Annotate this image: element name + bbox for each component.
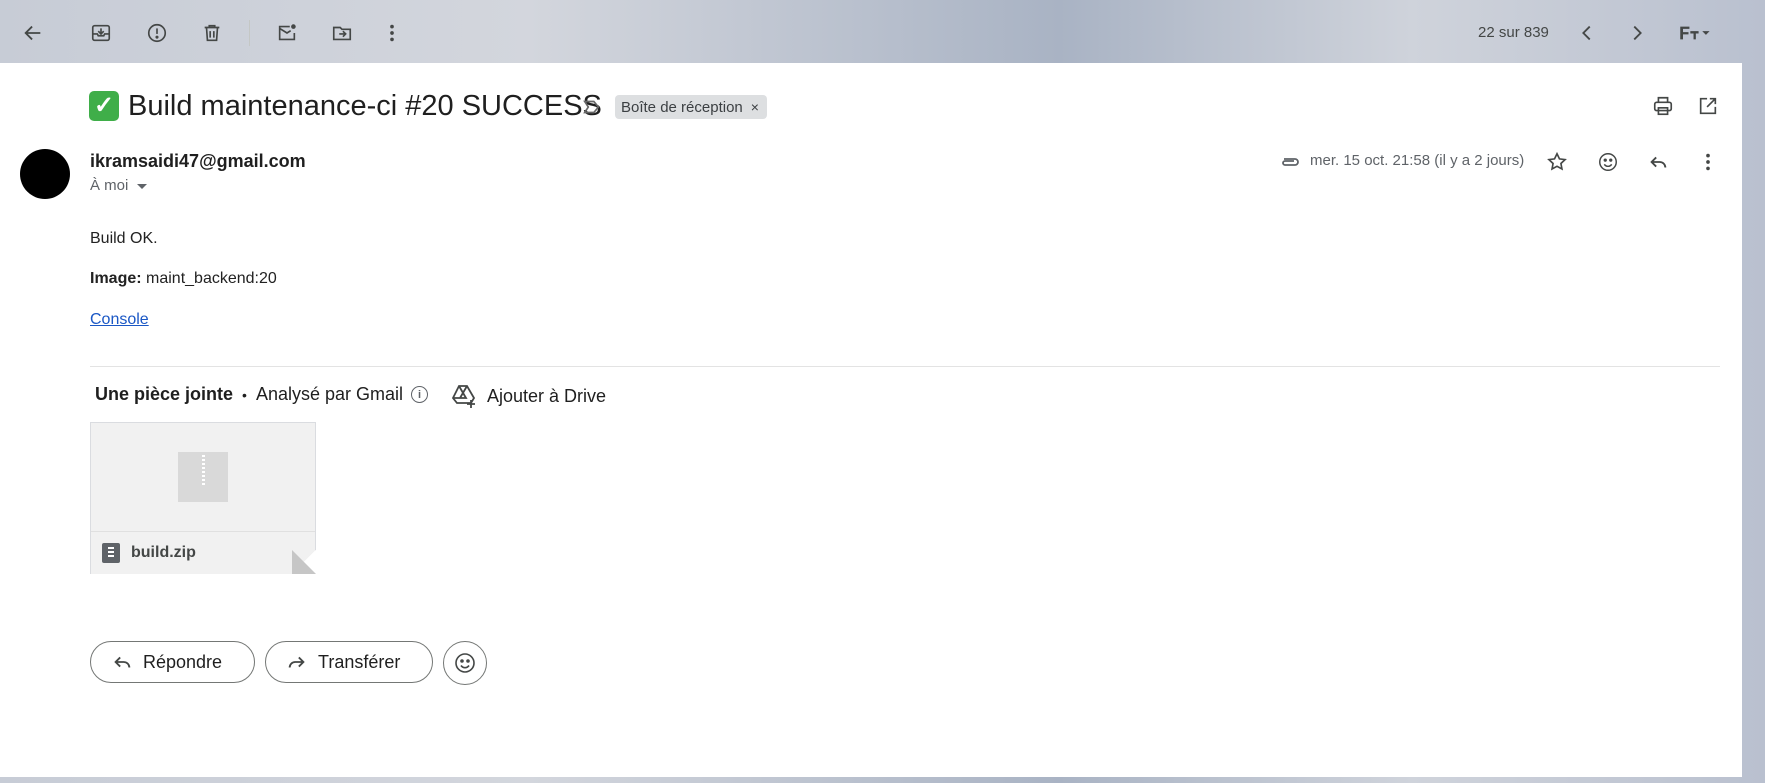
more-vert-icon[interactable] xyxy=(1694,148,1722,176)
attachments-divider xyxy=(90,366,1720,367)
attachments-header: Une pièce jointe • Analysé par Gmail i xyxy=(95,384,429,405)
add-to-drive-icon xyxy=(451,385,476,408)
attachment-filename: build.zip xyxy=(131,544,196,561)
move-to-icon[interactable] xyxy=(326,17,358,49)
attachment-icon xyxy=(1278,150,1302,172)
message-counter: 22 sur 839 xyxy=(1478,24,1549,41)
more-vert-icon[interactable] xyxy=(376,17,408,49)
input-tools-icon[interactable] xyxy=(1672,17,1716,49)
separator-dot: • xyxy=(242,386,247,403)
label-chip-inbox[interactable]: Boîte de réception × xyxy=(615,95,767,119)
subject-text: Build maintenance-ci #20 SUCCESS xyxy=(128,90,602,122)
add-to-drive-button[interactable]: Ajouter à Drive xyxy=(450,380,606,412)
image-label: Image: xyxy=(90,270,142,287)
open-new-window-icon[interactable] xyxy=(1694,92,1722,120)
back-icon[interactable] xyxy=(17,17,49,49)
zip-file-icon xyxy=(178,452,228,502)
check-mark-icon: ✓ xyxy=(89,91,119,121)
sender-email[interactable]: ikramsaidi47@gmail.com xyxy=(90,151,306,172)
label-important-icon[interactable] xyxy=(581,96,603,118)
body-text: Build OK. xyxy=(90,230,158,247)
emoji-reaction-button[interactable] xyxy=(443,641,487,685)
reply-icon[interactable] xyxy=(1644,148,1672,176)
forward-label: Transférer xyxy=(318,651,401,672)
toolbar-separator xyxy=(249,20,250,46)
forward-icon xyxy=(288,656,305,668)
console-link[interactable]: Console xyxy=(90,311,149,328)
attachments-title: Une pièce jointe xyxy=(95,384,234,404)
sender-avatar[interactable] xyxy=(20,149,70,199)
mark-unread-icon[interactable] xyxy=(271,17,303,49)
chevron-down-icon xyxy=(137,184,148,189)
chip-remove-icon[interactable]: × xyxy=(751,99,759,115)
console-line: Console xyxy=(90,311,149,329)
scan-status: Analysé par Gmail xyxy=(255,384,404,404)
archive-icon[interactable] xyxy=(85,17,117,49)
toolbar: 22 sur 839 xyxy=(0,0,1765,64)
image-value: maint_backend:20 xyxy=(141,270,277,287)
report-spam-icon[interactable] xyxy=(141,17,173,49)
print-icon[interactable] xyxy=(1649,92,1677,120)
body-image-line: Image: maint_backend:20 xyxy=(90,270,277,288)
email-subject: ✓ Build maintenance-ci #20 SUCCESS xyxy=(89,86,602,126)
archive-file-icon xyxy=(102,543,120,563)
star-icon[interactable] xyxy=(1543,148,1571,176)
email-date: mer. 15 oct. 21:58 (il y a 2 jours) xyxy=(1310,152,1525,169)
attachment-thumbnail xyxy=(91,423,315,531)
attachment-card[interactable]: build.zip xyxy=(90,422,316,574)
chip-label: Boîte de réception xyxy=(621,98,743,116)
prev-icon[interactable] xyxy=(1571,17,1603,49)
recipient-details[interactable]: À moi xyxy=(90,177,148,194)
next-icon[interactable] xyxy=(1621,17,1653,49)
page-fold-shadow xyxy=(292,550,316,574)
reply-button[interactable]: Répondre xyxy=(90,641,255,683)
recipient-label: À moi xyxy=(90,177,129,194)
delete-icon[interactable] xyxy=(196,17,228,49)
forward-button[interactable]: Transférer xyxy=(265,641,433,683)
attachment-footer: build.zip xyxy=(91,531,315,574)
add-to-drive-label: Ajouter à Drive xyxy=(487,385,607,406)
emoji-icon xyxy=(455,653,475,673)
reply-label: Répondre xyxy=(143,651,223,672)
info-icon[interactable]: i xyxy=(411,386,429,403)
emoji-icon[interactable] xyxy=(1594,148,1622,176)
reply-icon xyxy=(114,656,131,668)
